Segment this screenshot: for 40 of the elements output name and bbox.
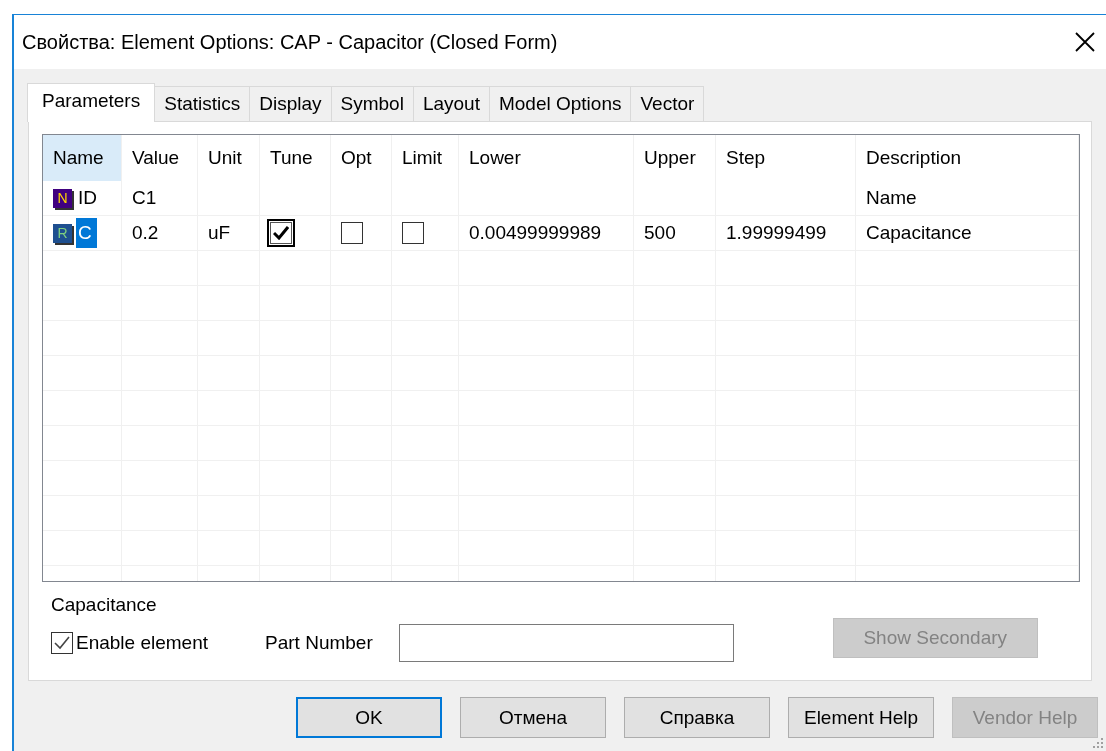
tab[interactable]: Parameters (27, 83, 156, 122)
type-badge: R (53, 223, 72, 243)
column-header[interactable]: Lower (459, 135, 634, 181)
column-header[interactable]: Value (122, 135, 198, 181)
close-icon[interactable] (1074, 31, 1096, 53)
dialog-button[interactable]: Справка (624, 697, 770, 738)
column-header[interactable]: Description (856, 135, 1079, 181)
column-header[interactable]: Upper (634, 135, 716, 181)
column-header[interactable]: Step (716, 135, 856, 181)
column-header[interactable]: Opt (331, 135, 392, 181)
table-cell: Capacitance (866, 222, 972, 244)
check-icon (54, 636, 70, 650)
tab[interactable]: Vector (630, 86, 705, 121)
checkbox[interactable] (402, 222, 424, 244)
column-header[interactable]: Tune (260, 135, 331, 181)
table-cell: 0.00499999989 (469, 222, 602, 244)
type-badge: N (53, 188, 72, 208)
table-cell: 500 (644, 222, 676, 244)
checkbox[interactable] (270, 222, 292, 244)
table-cell: 0.2 (132, 222, 159, 244)
resize-grip-icon[interactable] (1092, 737, 1104, 749)
table-cell: uF (208, 222, 231, 244)
column-header[interactable]: Name (43, 135, 122, 181)
table-cell: C1 (132, 187, 157, 209)
description-text: Capacitance (51, 594, 158, 616)
table-cell[interactable]: C (76, 218, 97, 248)
dialog-button[interactable]: Отмена (460, 697, 606, 738)
window-title: Свойства: Element Options: CAP - Capacitor (Closed Form) (22, 30, 559, 54)
check-icon (273, 226, 289, 240)
table-cell: Name (866, 187, 917, 209)
field-label: Part Number (265, 632, 373, 654)
table-cell: 1.99999499 (726, 222, 827, 244)
dialog-button[interactable]: OK (296, 697, 442, 738)
enable-checkbox[interactable]: Enable element (51, 632, 209, 654)
column-header[interactable]: Limit (392, 135, 459, 181)
table-cell[interactable]: ID (76, 183, 102, 213)
checkbox[interactable] (341, 222, 363, 244)
part-number-field[interactable] (398, 624, 734, 662)
dialog-button[interactable]: Element Help (788, 697, 934, 738)
column-header[interactable]: Unit (198, 135, 260, 181)
